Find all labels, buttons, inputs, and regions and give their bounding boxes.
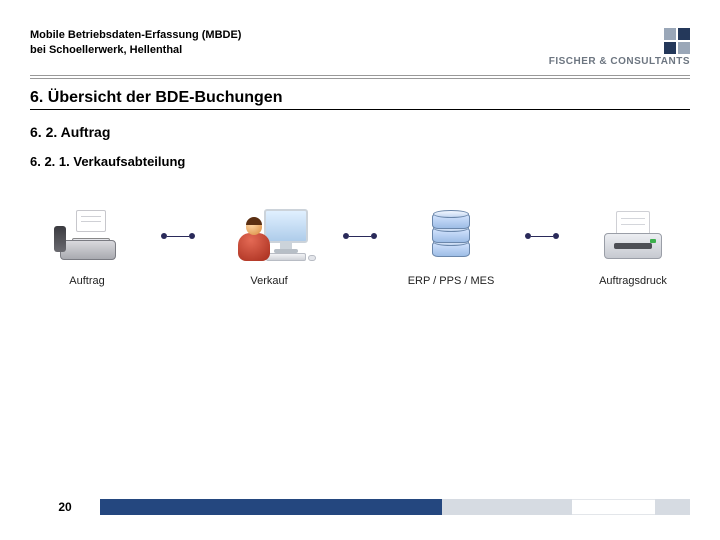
flow-connector [525, 233, 559, 239]
flow-label: ERP / PPS / MES [408, 275, 495, 287]
logo-squares-icon [664, 28, 690, 40]
page-number: 20 [30, 500, 100, 514]
flow-label: Auftragsdruck [599, 275, 667, 287]
flow-node-erp: ERP / PPS / MES [391, 209, 511, 287]
person-monitor-icon [230, 209, 308, 265]
flow-node-auftrag: Auftrag [27, 209, 147, 287]
header-line1: Mobile Betriebsdaten-Erfassung (MBDE) [30, 28, 241, 43]
flow-label: Auftrag [69, 275, 104, 287]
slide-header: Mobile Betriebsdaten-Erfassung (MBDE) be… [0, 0, 720, 73]
header-line2: bei Schoellerwerk, Hellenthal [30, 43, 241, 58]
flow-node-verkauf: Verkauf [209, 209, 329, 287]
subsection-1: 6. 2. Auftrag [30, 124, 690, 140]
flow-node-auftragsdruck: Auftragsdruck [573, 209, 693, 287]
flow-connector [161, 233, 195, 239]
header-left: Mobile Betriebsdaten-Erfassung (MBDE) be… [30, 28, 241, 58]
subsection-2: 6. 2. 1. Verkaufsabteilung [30, 154, 690, 169]
header-rule-bottom [30, 78, 690, 79]
slide-footer: 20 [30, 496, 690, 518]
printer-icon [600, 209, 666, 265]
flow-label: Verkauf [250, 275, 287, 287]
company-logo: FISCHER & CONSULTANTS [549, 28, 690, 67]
fax-icon [54, 209, 120, 265]
section-title: 6. Übersicht der BDE-Buchungen [30, 89, 690, 110]
logo-text: FISCHER & CONSULTANTS [549, 56, 690, 67]
footer-progress-bar [100, 499, 690, 515]
process-flow: Auftrag Verkauf ERP / PPS / MES [0, 209, 720, 287]
header-rule-top [30, 75, 690, 76]
flow-connector [343, 233, 377, 239]
logo-squares-icon [664, 42, 690, 54]
database-icon [426, 209, 476, 265]
